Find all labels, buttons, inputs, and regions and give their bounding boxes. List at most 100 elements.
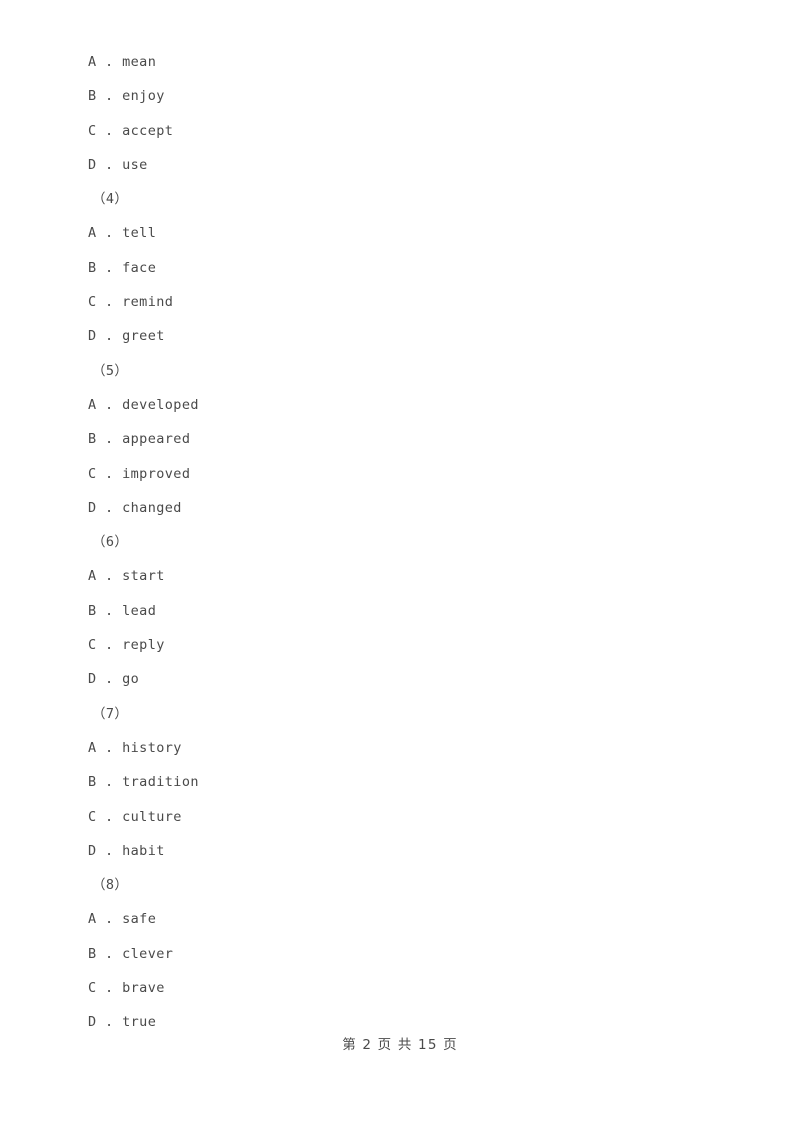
option-text: accept [122,122,174,139]
answer-option[interactable]: A . tell [0,216,800,250]
option-separator: . [96,671,123,688]
option-letter: B [88,88,97,105]
option-letter: B [88,945,97,962]
option-separator: . [96,568,123,585]
option-text: face [122,259,157,276]
answer-option[interactable]: C . remind [0,285,800,319]
answer-option[interactable]: B . face [0,251,800,285]
answer-option[interactable]: C . accept [0,114,800,148]
question-number: （6） [92,534,129,551]
option-text: tell [122,225,157,242]
answer-option[interactable]: C . culture [0,800,800,834]
option-letter: B [88,602,97,619]
answer-option[interactable]: A . developed [0,388,800,422]
option-letter: A [88,225,97,242]
option-text: changed [122,499,182,516]
option-text: use [122,156,148,173]
option-separator: . [96,88,123,105]
option-separator: . [96,54,123,70]
option-separator: . [96,122,123,139]
question-number: （8） [92,877,129,894]
option-letter: B [88,431,97,448]
option-text: tradition [122,774,199,791]
option-text: safe [122,911,157,928]
option-letter: A [88,739,97,756]
answer-option[interactable]: A . history [0,731,800,765]
question-number: （7） [92,705,129,722]
option-separator: . [96,842,123,859]
option-text: culture [122,808,182,825]
option-separator: . [96,499,123,516]
answer-option[interactable]: B . lead [0,594,800,628]
option-text: habit [122,842,165,859]
option-separator: . [96,1014,123,1031]
option-separator: . [96,328,123,345]
option-letter: C [88,808,97,825]
option-letter: B [88,774,97,791]
answer-option[interactable]: A . safe [0,902,800,936]
answer-option[interactable]: D . go [0,662,800,696]
option-letter: A [88,568,97,585]
option-separator: . [96,465,123,482]
option-separator: . [96,225,123,242]
option-text: start [122,568,165,585]
option-letter: D [88,499,97,516]
answer-option[interactable]: C . brave [0,971,800,1005]
answer-option[interactable]: B . enjoy [0,79,800,113]
option-text: true [122,1014,157,1031]
option-separator: . [96,911,123,928]
document-page: A . mean B . enjoy C . accept D . use （4） A .… [0,0,800,1132]
page-content: A . mean B . enjoy C . accept D . use （4） A .… [0,0,800,1040]
option-letter: A [88,911,97,928]
option-text: enjoy [122,88,165,105]
option-separator: . [96,294,123,311]
option-separator: . [96,945,123,962]
option-text: lead [122,602,157,619]
page-footer: 第 2 页 共 15 页 [342,1037,458,1053]
option-separator: . [96,259,123,276]
option-separator: . [96,774,123,791]
option-text: mean [122,54,157,70]
option-letter: C [88,637,97,654]
answer-option[interactable]: D . greet [0,319,800,353]
option-letter: C [88,294,97,311]
option-letter: C [88,980,97,997]
option-text: appeared [122,431,191,448]
option-separator: . [96,637,123,654]
option-separator: . [96,739,123,756]
option-letter: D [88,328,97,345]
answer-option[interactable]: B . appeared [0,422,800,456]
answer-option[interactable]: D . habit [0,834,800,868]
option-separator: . [96,431,123,448]
option-text: brave [122,980,165,997]
option-letter: D [88,156,97,173]
option-separator: . [96,980,123,997]
answer-option[interactable]: B . tradition [0,765,800,799]
option-separator: . [96,808,123,825]
answer-option[interactable]: D . changed [0,491,800,525]
option-letter: C [88,122,97,139]
option-separator: . [96,156,123,173]
option-letter: B [88,259,97,276]
answer-option[interactable]: D . use [0,148,800,182]
question-number: （5） [92,362,129,379]
option-letter: D [88,842,97,859]
answer-option[interactable]: A . mean [0,45,800,79]
option-text: go [122,671,140,688]
option-letter: D [88,1014,97,1031]
option-text: reply [122,637,165,654]
option-text: remind [122,294,174,311]
answer-option[interactable]: A . start [0,559,800,593]
option-text: history [122,739,182,756]
option-text: developed [122,396,199,413]
option-letter: C [88,465,97,482]
answer-option[interactable]: C . reply [0,628,800,662]
option-letter: A [88,54,97,70]
option-text: improved [122,465,191,482]
option-separator: . [96,396,123,413]
option-separator: . [96,602,123,619]
answer-option[interactable]: C . improved [0,457,800,491]
answer-option[interactable]: B . clever [0,937,800,971]
option-letter: A [88,396,97,413]
option-text: clever [122,945,174,962]
